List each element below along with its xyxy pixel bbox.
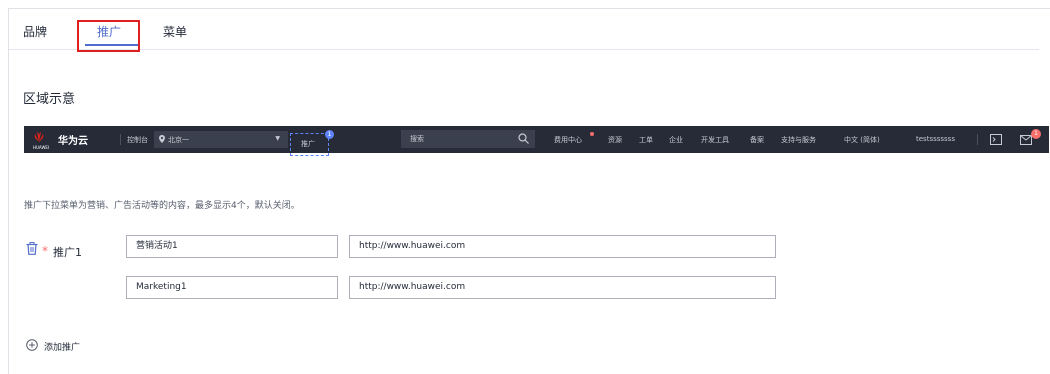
tab-brand[interactable]: 品牌 xyxy=(23,23,47,40)
delete-icon[interactable] xyxy=(26,242,38,255)
nav-link-enterprise[interactable]: 企业 xyxy=(669,135,683,145)
nav-link-tickets[interactable]: 工单 xyxy=(639,135,653,145)
tab-menu[interactable]: 菜单 xyxy=(163,23,187,40)
message-count-badge: 1 xyxy=(1031,129,1041,139)
language-switch[interactable]: 中文 (简体) xyxy=(844,135,880,145)
brand-name: 华为云 xyxy=(58,136,88,147)
page-frame: 品牌 推广 菜单 区域示意 HUAWEI 华为云 控制台 北京一 ▼ 推广 1 … xyxy=(8,8,1050,374)
nav-divider xyxy=(120,134,121,145)
billing-red-dot xyxy=(590,132,594,136)
location-pin-icon xyxy=(159,135,165,143)
nav-link-devtools[interactable]: 开发工具 xyxy=(701,135,729,145)
promotion-dropdown[interactable]: 推广 xyxy=(290,133,329,156)
nav-link-billing[interactable]: 费用中心 xyxy=(554,135,582,145)
console-link[interactable]: 控制台 xyxy=(127,135,148,145)
search-placeholder: 搜索 xyxy=(410,135,424,143)
region-value: 北京一 xyxy=(168,136,189,144)
highlight-box xyxy=(77,20,140,52)
huawei-wordmark: HUAWEI xyxy=(33,145,50,150)
nav-divider xyxy=(977,134,978,145)
huawei-logo-icon xyxy=(34,132,44,142)
promotion-count-badge: 1 xyxy=(325,130,334,139)
section-title: 区域示意 xyxy=(23,92,76,107)
promotion-name-cn-input[interactable]: 营销活动1 xyxy=(126,235,338,258)
message-icon[interactable] xyxy=(1020,134,1032,145)
preview-navbar: HUAWEI 华为云 控制台 北京一 ▼ 推广 1 搜索 费用中心 资源 工单 xyxy=(24,126,1049,156)
search-input[interactable]: 搜索 xyxy=(401,130,535,148)
required-mark: * xyxy=(42,244,48,258)
add-promotion-button[interactable]: 添加推广 xyxy=(44,340,80,353)
promotion-description: 推广下拉菜单为营销、广告活动等的内容，最多显示4个，默认关闭。 xyxy=(24,201,300,211)
promotion-url-en-input[interactable]: http://www.huawei.com xyxy=(349,276,776,299)
promotion-label: 推广 xyxy=(301,140,315,148)
region-select[interactable]: 北京一 ▼ xyxy=(154,131,288,148)
promotion-name-en-input[interactable]: Marketing1 xyxy=(126,276,338,299)
chevron-down-icon: ▼ xyxy=(275,135,280,142)
add-circle-icon[interactable] xyxy=(26,339,38,351)
nav-link-filing[interactable]: 备案 xyxy=(750,135,764,145)
promotion-url-cn-input[interactable]: http://www.huawei.com xyxy=(349,235,776,258)
terminal-icon[interactable] xyxy=(990,134,1002,145)
tab-bar: 品牌 推广 菜单 xyxy=(9,9,1039,52)
user-account[interactable]: testsssssss xyxy=(916,135,955,143)
promotion-label: 推广1 xyxy=(53,246,82,259)
search-icon xyxy=(518,133,529,144)
nav-link-resources[interactable]: 资源 xyxy=(608,135,622,145)
nav-link-support[interactable]: 支持与服务 xyxy=(781,135,816,145)
